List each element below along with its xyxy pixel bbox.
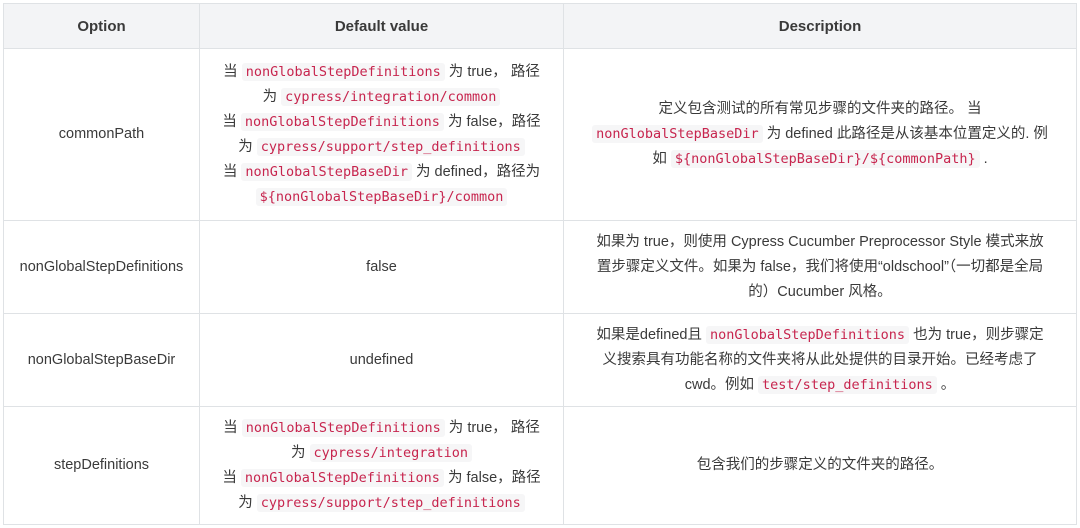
table-row: nonGlobalStepDefinitions false 如果为 true，… xyxy=(3,220,1077,314)
inline-code: cypress/support/step_definitions xyxy=(256,493,525,512)
inline-code: ${nonGlobalStepBaseDir}/common xyxy=(255,187,508,206)
inline-code: nonGlobalStepDefinitions xyxy=(240,468,444,487)
table-row: commonPath 当 nonGlobalStepDefinitions 为 … xyxy=(3,48,1077,221)
inline-code: test/step_definitions xyxy=(758,375,937,394)
description-line: 如果是defined且 nonGlobalStepDefinitions 也为 … xyxy=(596,325,1044,344)
default-line: 当 nonGlobalStepDefinitions 为 true， 路径 xyxy=(223,418,540,437)
description-line: 的）Cucumber 风格。 xyxy=(748,283,892,300)
default-line: 当 nonGlobalStepDefinitions 为 false，路径 xyxy=(222,112,541,131)
inline-code: nonGlobalStepDefinitions xyxy=(240,112,444,131)
default-line: 当 nonGlobalStepBaseDir 为 defined，路径为 xyxy=(222,162,541,181)
default-line: ${nonGlobalStepBaseDir}/common xyxy=(210,185,553,210)
header-default-value: Default value xyxy=(199,3,564,49)
table-row: stepDefinitions 当 nonGlobalStepDefinitio… xyxy=(3,406,1077,525)
inline-code: nonGlobalStepDefinitions xyxy=(705,325,910,344)
inline-code: cypress/integration xyxy=(309,443,472,462)
description-line: 定义包含测试的所有常见步骤的文件夹的路径。 当 xyxy=(658,101,982,117)
inline-code: nonGlobalStepDefinitions xyxy=(241,418,445,437)
option-name: nonGlobalStepBaseDir xyxy=(3,313,200,407)
default-value-cell: 当 nonGlobalStepDefinitions 为 true， 路径 为 … xyxy=(199,48,564,221)
description-line: 义搜索具有功能名称的文件夹将从此处提供的目录开始。已经考虑了 xyxy=(602,351,1038,368)
option-name: nonGlobalStepDefinitions xyxy=(3,220,200,314)
header-description: Description xyxy=(563,3,1077,49)
inline-code: nonGlobalStepBaseDir xyxy=(592,125,763,143)
default-line: 为 cypress/integration xyxy=(210,441,553,466)
default-value-cell: false xyxy=(199,220,564,314)
description-cell: 如果是defined且 nonGlobalStepDefinitions 也为 … xyxy=(563,313,1077,407)
default-value-cell: 当 nonGlobalStepDefinitions 为 true， 路径 为 … xyxy=(199,406,564,525)
inline-code: cypress/integration/common xyxy=(281,87,501,106)
description-line: nonGlobalStepBaseDir 为 defined 此路径是从该基本位… xyxy=(578,122,1062,147)
description-cell: 包含我们的步骤定义的文件夹的路径。 xyxy=(563,406,1077,525)
inline-code: cypress/support/step_definitions xyxy=(256,137,525,156)
default-line: 为 cypress/support/step_definitions xyxy=(210,491,553,516)
default-line: 为 cypress/support/step_definitions xyxy=(210,135,553,160)
option-name: stepDefinitions xyxy=(3,406,200,525)
default-line: 当 nonGlobalStepDefinitions 为 true， 路径 xyxy=(223,62,540,81)
description-line: 如果为 true，则使用 Cypress Cucumber Preprocess… xyxy=(596,233,1044,250)
options-table: Option Default value Description commonP… xyxy=(3,3,1077,525)
table-row: nonGlobalStepBaseDir undefined 如果是define… xyxy=(3,313,1077,407)
description-line: 置步骤定义文件。如果为 false，我们将使用“oldschool”（一切都是全… xyxy=(596,258,1044,275)
description-line: cwd。例如 test/step_definitions 。 xyxy=(684,375,956,394)
inline-code: ${nonGlobalStepBaseDir}/${commonPath} xyxy=(670,150,980,168)
header-option: Option xyxy=(3,3,200,49)
default-line: 当 nonGlobalStepDefinitions 为 false，路径 xyxy=(222,468,541,487)
default-line: 为 cypress/integration/common xyxy=(210,85,553,110)
description-cell: 如果为 true，则使用 Cypress Cucumber Preprocess… xyxy=(563,220,1077,314)
inline-code: nonGlobalStepBaseDir xyxy=(241,162,412,181)
description-cell: 定义包含测试的所有常见步骤的文件夹的路径。 当 nonGlobalStepBas… xyxy=(563,48,1077,221)
inline-code: nonGlobalStepDefinitions xyxy=(241,62,445,81)
header-row: Option Default value Description xyxy=(3,3,1077,49)
option-name: commonPath xyxy=(3,48,200,221)
default-value-cell: undefined xyxy=(199,313,564,407)
description-line: 如 ${nonGlobalStepBaseDir}/${commonPath} … xyxy=(652,150,988,168)
